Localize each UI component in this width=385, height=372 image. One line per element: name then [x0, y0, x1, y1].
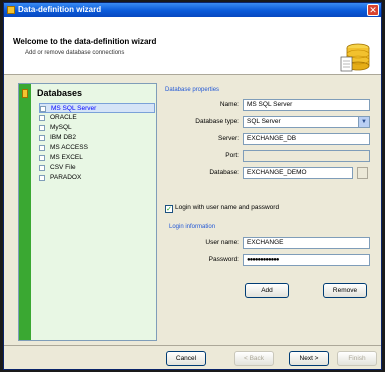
sidebar-item-label: MS ACCESS	[50, 144, 88, 151]
name-label: Name:	[219, 101, 239, 108]
wizard-header: Welcome to the data-definition wizard Ad…	[4, 17, 381, 75]
header-title: Welcome to the data-definition wizard	[13, 37, 157, 46]
item-checkbox[interactable]	[39, 155, 45, 161]
sidebar-item-label: MS EXCEL	[50, 154, 83, 161]
wizard-window: Data-definition wizard ✕ Welcome to the …	[3, 2, 382, 370]
back-button[interactable]: < Back	[234, 351, 274, 366]
sidebar-item-ms-sql-server[interactable]: MS SQL Server	[39, 103, 155, 113]
sidebar-item-label: IBM DB2	[50, 134, 77, 141]
sidebar-item-label: ORACLE	[50, 114, 77, 121]
sidebar-item-label: MySQL	[50, 124, 72, 131]
sidebar-item-csv-file[interactable]: CSV File	[39, 163, 155, 173]
app-icon	[7, 6, 15, 14]
databases-sidebar: Databases MS SQL Server ORACLE MySQL IBM…	[18, 83, 157, 341]
sidebar-item-ms-excel[interactable]: MS EXCEL	[39, 153, 155, 163]
header-subtitle: Add or remove database connections	[25, 50, 125, 56]
cancel-button[interactable]: Cancel	[166, 351, 206, 366]
name-field[interactable]: MS SQL Server	[243, 99, 370, 111]
sidebar-item-paradox[interactable]: PARADOX	[39, 173, 155, 183]
databases-icon	[22, 89, 28, 98]
sidebar-item-ms-access[interactable]: MS ACCESS	[39, 143, 155, 153]
login-group-label: Login information	[169, 224, 216, 230]
user-name-label: User name:	[205, 239, 239, 246]
sidebar-item-ibm-db2[interactable]: IBM DB2	[39, 133, 155, 143]
database-type-value: SQL Server	[247, 118, 281, 125]
server-field[interactable]: EXCHANGE_DB	[243, 133, 370, 145]
port-field[interactable]	[243, 150, 370, 162]
user-name-field[interactable]: EXCHANGE	[243, 237, 370, 249]
port-label: Port:	[225, 152, 239, 159]
item-checkbox[interactable]	[39, 135, 45, 141]
server-label: Server:	[218, 135, 239, 142]
database-type-label: Database type:	[195, 118, 239, 125]
item-checkbox[interactable]	[39, 115, 45, 121]
sidebar-item-label: CSV File	[50, 164, 76, 171]
sidebar-item-oracle[interactable]: ORACLE	[39, 113, 155, 123]
browse-database-button[interactable]	[357, 167, 368, 179]
password-field[interactable]: ●●●●●●●●●●●●	[243, 254, 370, 266]
item-checkbox[interactable]	[39, 165, 45, 171]
sidebar-heading: Databases	[37, 88, 83, 98]
close-button[interactable]: ✕	[367, 4, 379, 16]
sidebar-stripe	[19, 84, 31, 340]
item-checkbox[interactable]	[39, 125, 45, 131]
footer-separator	[4, 345, 381, 346]
sidebar-item-label: MS SQL Server	[51, 105, 97, 112]
database-label: Database:	[209, 169, 239, 176]
sidebar-item-mysql[interactable]: MySQL	[39, 123, 155, 133]
title-bar[interactable]: Data-definition wizard ✕	[4, 3, 381, 17]
password-label: Password:	[208, 256, 239, 263]
finish-button[interactable]: Finish	[337, 351, 377, 366]
add-button[interactable]: Add	[245, 283, 289, 298]
database-icon	[340, 43, 370, 72]
database-list: MS SQL Server ORACLE MySQL IBM DB2 MS AC…	[39, 103, 155, 183]
database-type-select[interactable]: SQL Server ▼	[243, 116, 370, 128]
remove-button[interactable]: Remove	[323, 283, 367, 298]
database-field[interactable]: EXCHANGE_DEMO	[243, 167, 353, 179]
item-checkbox[interactable]	[39, 175, 45, 181]
item-checkbox[interactable]	[39, 145, 45, 151]
window-title: Data-definition wizard	[18, 5, 102, 14]
db-properties-group-label: Database properties	[165, 87, 220, 93]
item-checkbox[interactable]	[40, 106, 46, 112]
sidebar-item-label: PARADOX	[50, 174, 82, 181]
properties-panel: Database properties Name: MS SQL Server …	[165, 83, 378, 339]
login-checkbox-label: Login with user name and password	[175, 204, 280, 211]
login-checkbox[interactable]: ✓	[165, 205, 173, 213]
chevron-down-icon[interactable]: ▼	[358, 117, 369, 127]
next-button[interactable]: Next >	[289, 351, 329, 366]
